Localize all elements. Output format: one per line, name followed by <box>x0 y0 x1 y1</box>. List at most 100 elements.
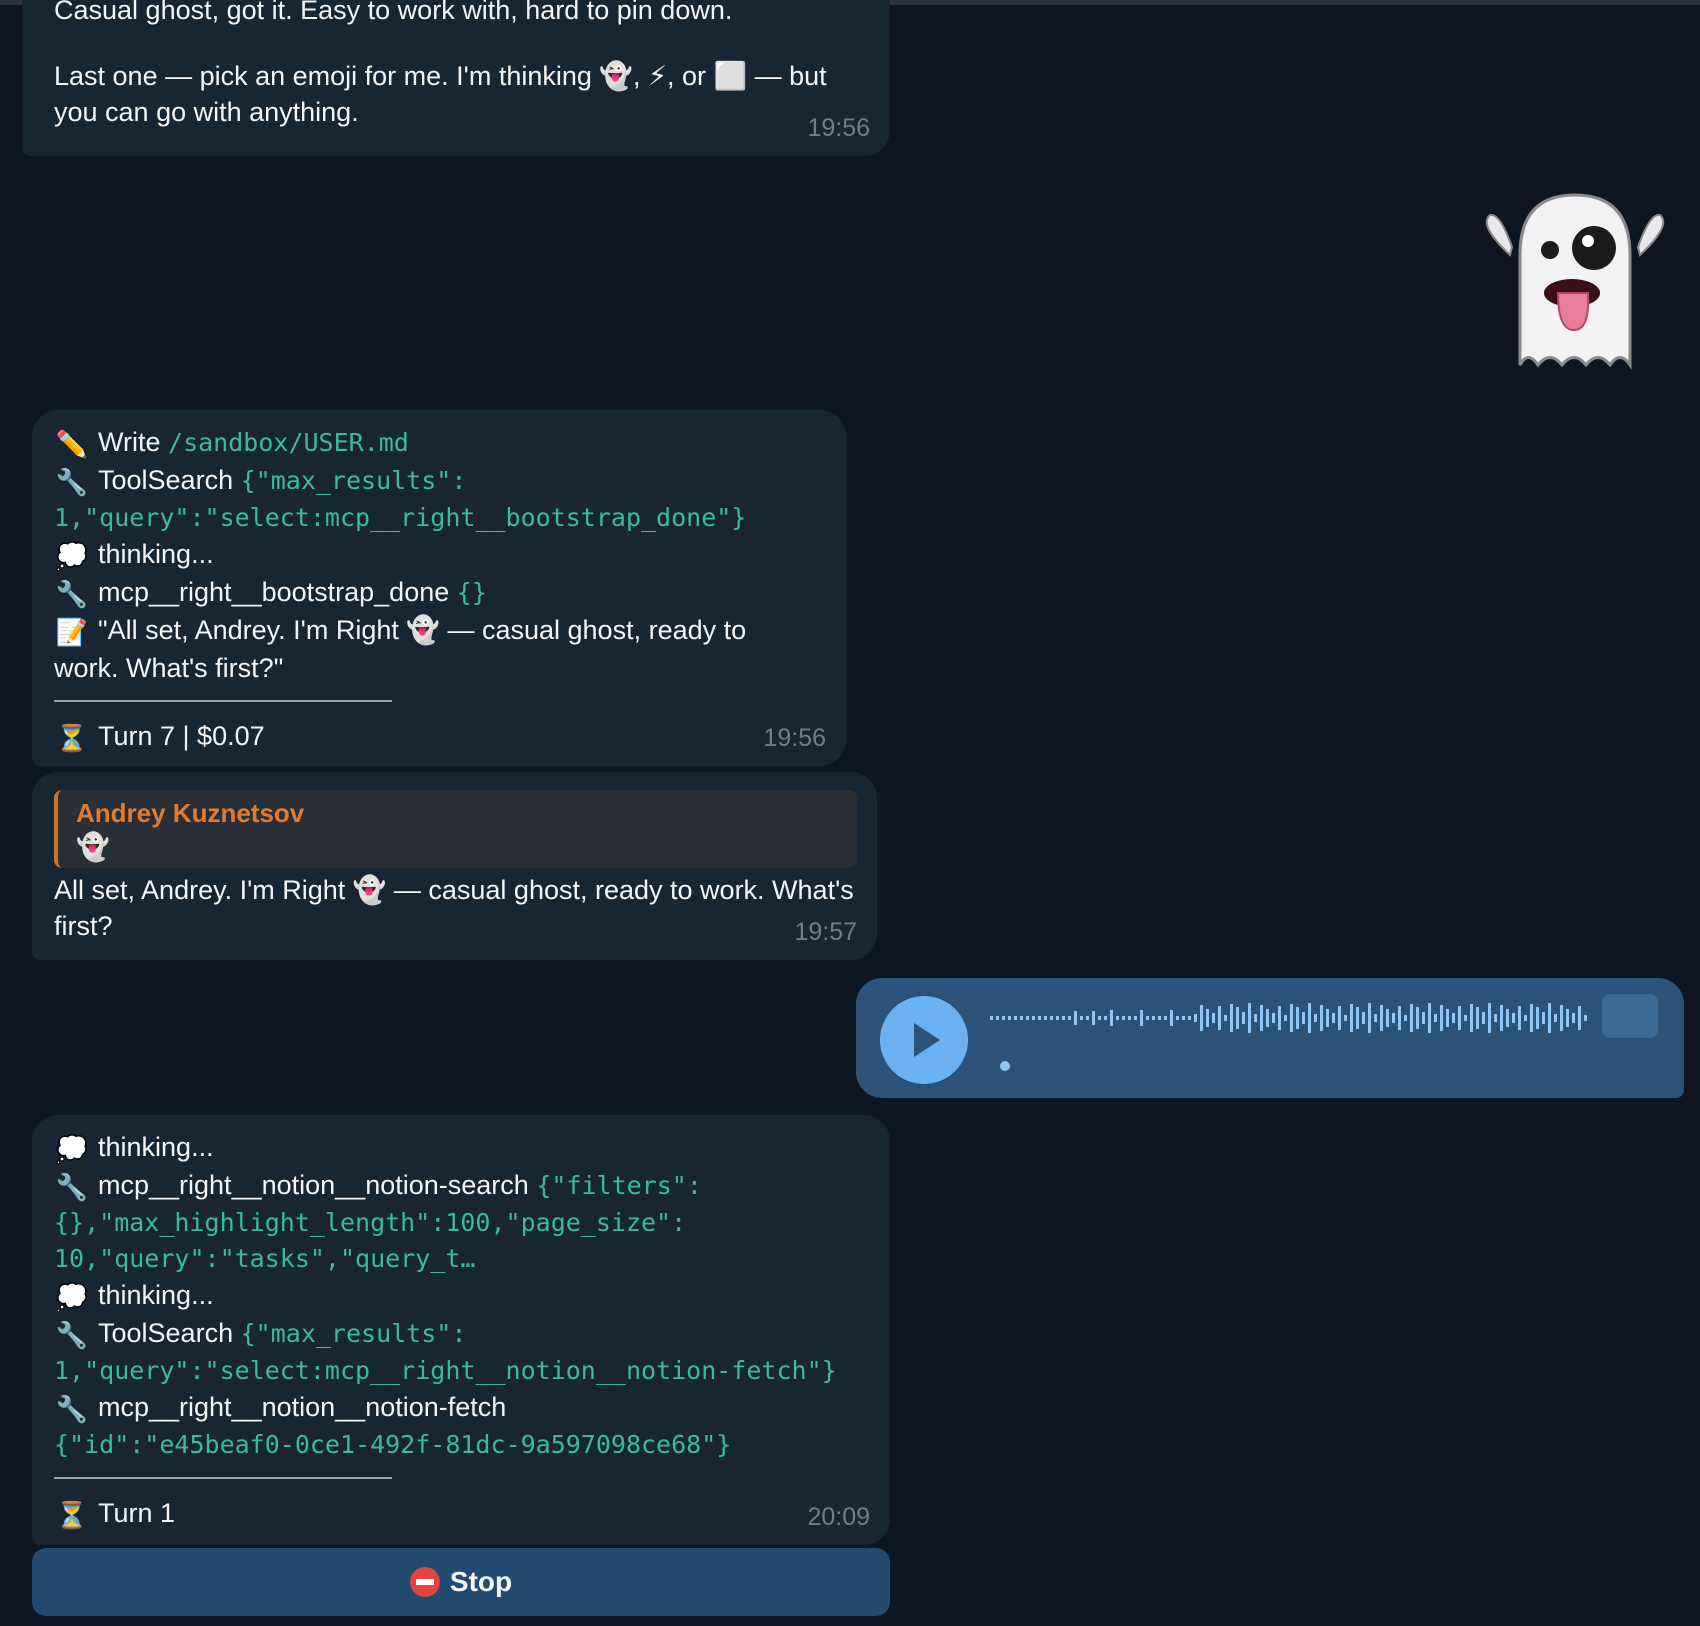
waveform-bar <box>1578 1006 1581 1030</box>
transcribe-button[interactable] <box>1602 994 1658 1038</box>
waveform-bar <box>1224 1015 1227 1021</box>
waveform-bar <box>1056 1016 1059 1020</box>
thought-bubble-icon: 💭 <box>55 541 89 571</box>
waveform-bar <box>1584 1015 1587 1021</box>
wrench-icon: 🔧 <box>55 579 89 609</box>
waveform-bar <box>1338 1006 1341 1030</box>
waveform-bar <box>990 1016 993 1020</box>
tool-args: {"max_results": <box>240 466 467 495</box>
waveform-bar <box>1230 1004 1233 1032</box>
waveform-bar <box>1290 1004 1293 1032</box>
waveform-bar <box>1104 1016 1107 1020</box>
tool-args: /sandbox/USER.md <box>168 428 409 457</box>
waveform-bar <box>1176 1016 1179 1020</box>
waveform-bar <box>1200 1005 1203 1031</box>
hourglass-icon: ⏳ <box>55 1500 89 1530</box>
message-text: All set, Andrey. I'm Right 👻 — casual gh… <box>54 875 854 941</box>
message-time: 19:57 <box>794 918 857 946</box>
tool-label: mcp__right__bootstrap_done <box>98 577 450 607</box>
waveform-bar <box>1326 1009 1329 1027</box>
message-text: Casual ghost, got it. Easy to work with,… <box>54 0 733 25</box>
message-bubble: Andrey Kuznetsov 👻 All set, Andrey. I'm … <box>32 772 877 960</box>
waveform-bar <box>1452 1013 1455 1023</box>
waveform-bar <box>1242 1012 1245 1024</box>
message-time: 19:56 <box>807 114 870 142</box>
waveform-bar <box>1374 1014 1377 1022</box>
tool-label: Write <box>98 427 161 457</box>
waveform-bar <box>1302 1012 1305 1024</box>
waveform-bar <box>1206 1009 1209 1027</box>
waveform-bar <box>1038 1016 1041 1020</box>
reply-quote[interactable]: Andrey Kuznetsov 👻 <box>54 790 857 868</box>
tool-label: mcp__right__notion__notion-fetch <box>98 1392 507 1422</box>
waveform-bar <box>1050 1016 1053 1020</box>
waveform-bar <box>1254 1014 1257 1022</box>
waveform-bar <box>1122 1016 1125 1020</box>
waveform-bar <box>1572 1013 1575 1023</box>
waveform-bar <box>1164 1016 1167 1020</box>
waveform-bar <box>1392 1013 1395 1023</box>
status-text: thinking... <box>98 1280 214 1310</box>
waveform-bar <box>1512 1013 1515 1023</box>
waveform-bar <box>1476 1007 1479 1029</box>
waveform-bar <box>1554 1014 1557 1022</box>
waveform-bar <box>1272 1013 1275 1023</box>
waveform-bar <box>1134 1016 1137 1020</box>
tool-args: {"max_results": <box>240 1319 467 1348</box>
waveform-bar <box>1548 1003 1551 1033</box>
unlistened-dot <box>1000 1061 1010 1071</box>
play-button[interactable] <box>880 996 968 1084</box>
waveform-bar <box>1002 1016 1005 1020</box>
waveform-bar <box>1470 1004 1473 1032</box>
waveform-bar <box>1458 1006 1461 1030</box>
waveform-bar <box>1518 1006 1521 1030</box>
tool-label: ToolSearch <box>98 1318 234 1348</box>
waveform-bar <box>1320 1005 1323 1031</box>
waveform-bar <box>1182 1016 1185 1020</box>
waveform[interactable] <box>990 998 1590 1038</box>
waveform-bar <box>1530 1004 1533 1032</box>
memo-icon: 📝 <box>55 617 89 647</box>
waveform-bar <box>1488 1003 1491 1033</box>
stop-button-label: Stop <box>449 1566 513 1597</box>
waveform-bar <box>1566 1009 1569 1027</box>
waveform-bar <box>1008 1016 1011 1020</box>
ghost-sticker[interactable] <box>1470 185 1680 375</box>
waveform-bar <box>1092 1011 1095 1025</box>
waveform-bar <box>1314 1014 1317 1022</box>
waveform-bar <box>1026 1016 1029 1020</box>
waveform-bar <box>1446 1009 1449 1027</box>
waveform-bar <box>1212 1013 1215 1023</box>
waveform-bar <box>1074 1011 1077 1025</box>
waveform-bar <box>1020 1016 1023 1020</box>
message-time: 20:09 <box>807 1503 870 1531</box>
message-text: Last one — pick an emoji for me. I'm thi… <box>54 61 827 127</box>
divider <box>54 1477 392 1479</box>
waveform-bar <box>1266 1009 1269 1027</box>
reply-author: Andrey Kuznetsov <box>76 798 305 828</box>
waveform-bar <box>1146 1016 1149 1020</box>
waveform-bar <box>1296 1007 1299 1029</box>
thought-bubble-icon: 💭 <box>55 1134 89 1164</box>
waveform-bar <box>1344 1015 1347 1021</box>
thought-bubble-icon: 💭 <box>55 1282 89 1312</box>
waveform-bar <box>1080 1016 1083 1020</box>
wrench-icon: 🔧 <box>55 1394 89 1424</box>
status-text: thinking... <box>98 1132 214 1162</box>
tool-args: 1,"query":"select:mcp__right__notion__no… <box>54 1356 837 1385</box>
tool-label: mcp__right__notion__notion-search <box>98 1170 529 1200</box>
hourglass-icon: ⏳ <box>55 723 89 753</box>
message-text: "All set, Andrey. I'm Right 👻 — casual g… <box>54 615 747 683</box>
waveform-bar <box>1248 1003 1251 1033</box>
waveform-bar <box>1428 1003 1431 1033</box>
wrench-icon: 🔧 <box>55 1320 89 1350</box>
message-bubble: 💭 thinking... 🔧 mcp__right__notion__notion… <box>32 1115 890 1545</box>
waveform-bar <box>1098 1016 1101 1020</box>
waveform-bar <box>1194 1014 1197 1022</box>
waveform-bar <box>1500 1005 1503 1031</box>
tool-args: 1,"query":"select:mcp__right__bootstrap_… <box>54 503 747 532</box>
message-time: 19:56 <box>763 724 826 752</box>
stop-button[interactable]: Stop <box>32 1548 890 1616</box>
waveform-bar <box>1188 1016 1191 1020</box>
waveform-bar <box>1422 1012 1425 1024</box>
